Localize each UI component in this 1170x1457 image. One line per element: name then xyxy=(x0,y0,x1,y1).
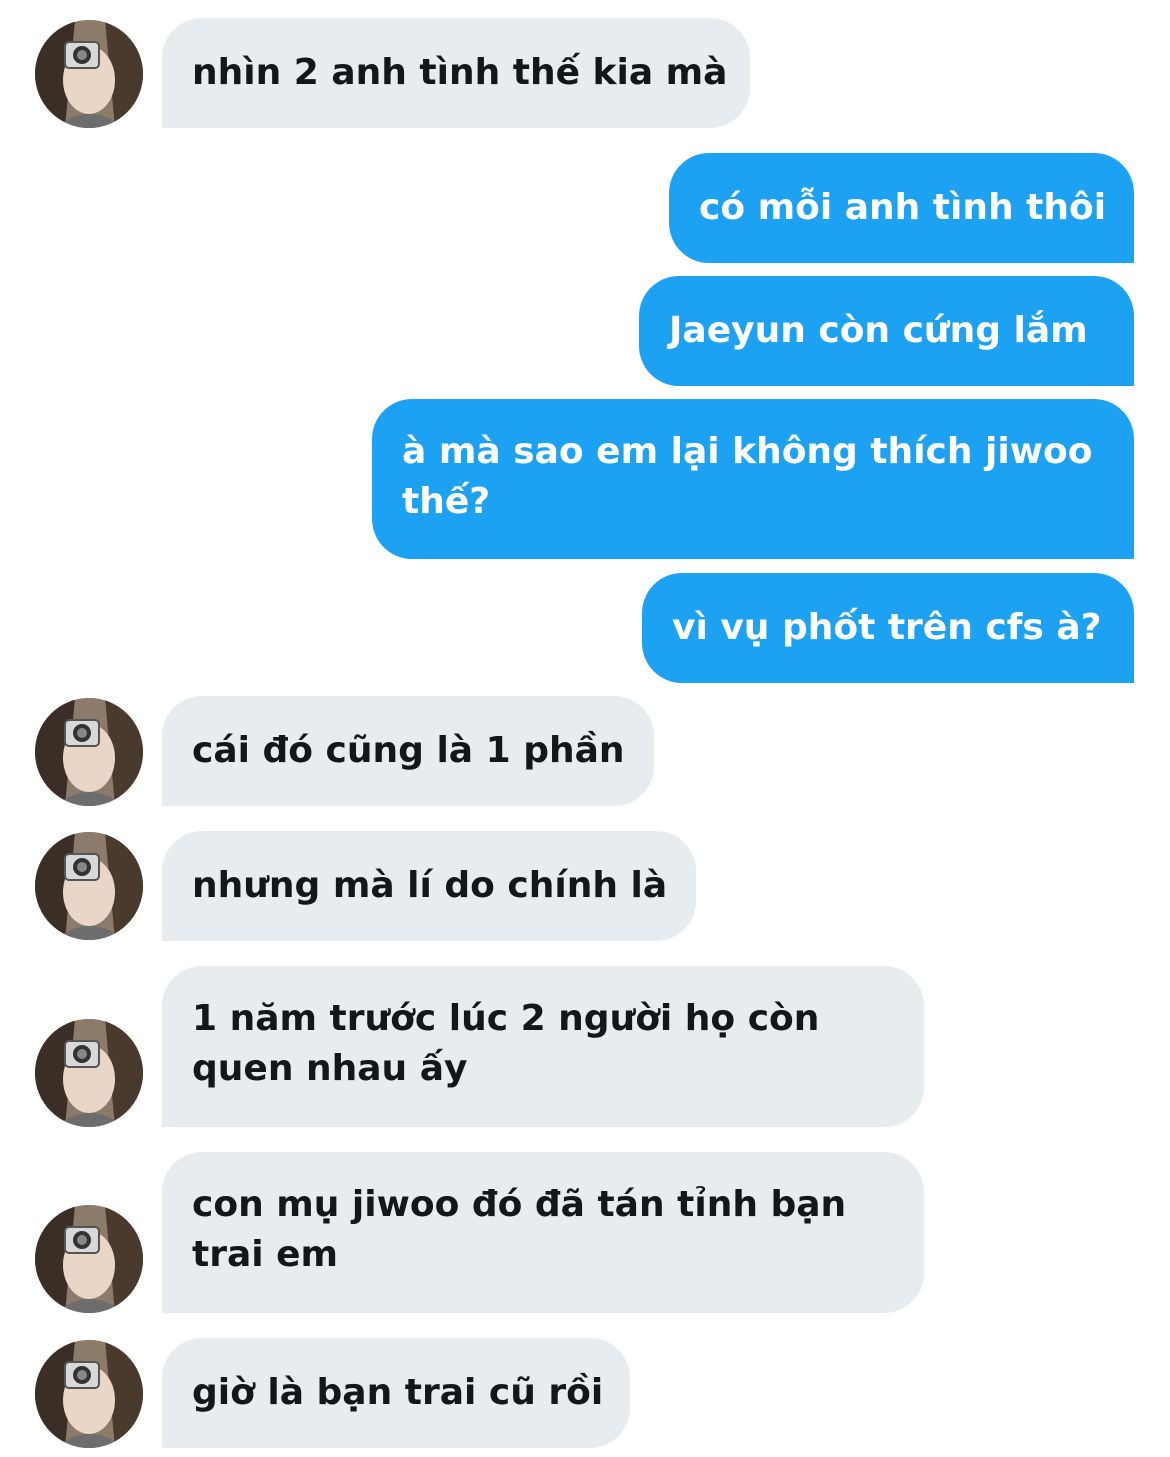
sender-avatar[interactable] xyxy=(35,20,143,128)
avatar-photo-icon xyxy=(35,1205,143,1313)
message-bubble-outgoing: có mỗi anh tình thôi xyxy=(669,153,1134,263)
message-text: có mỗi anh tình thôi xyxy=(699,187,1107,228)
avatar-photo-icon xyxy=(35,832,143,940)
message-bubble-incoming: con mụ jiwoo đó đã tán tỉnh bạn trai em xyxy=(162,1152,924,1313)
message-bubble-incoming: giờ là bạn trai cũ rồi xyxy=(162,1338,630,1448)
message-text: à mà sao em lại không thích jiwoo thế? xyxy=(402,431,1093,522)
message-text: nhưng mà lí do chính là xyxy=(192,865,668,906)
avatar-photo-icon xyxy=(35,1019,143,1127)
avatar-photo-icon xyxy=(35,1340,143,1448)
conversation-thread: nhìn 2 anh tình thế kia mà có mỗi anh tì… xyxy=(0,0,1170,1457)
message-bubble-incoming: nhìn 2 anh tình thế kia mà xyxy=(162,18,750,128)
sender-avatar[interactable] xyxy=(35,832,143,940)
message-bubble-incoming: nhưng mà lí do chính là xyxy=(162,831,696,941)
message-text: cái đó cũng là 1 phần xyxy=(192,730,625,771)
message-bubble-outgoing: Jaeyun còn cứng lắm xyxy=(639,276,1134,386)
sender-avatar[interactable] xyxy=(35,698,143,806)
message-text: nhìn 2 anh tình thế kia mà xyxy=(192,52,728,93)
sender-avatar[interactable] xyxy=(35,1340,143,1448)
message-bubble-incoming: 1 năm trước lúc 2 người họ còn quen nhau… xyxy=(162,966,924,1127)
avatar-photo-icon xyxy=(35,20,143,128)
message-text: Jaeyun còn cứng lắm xyxy=(669,310,1088,351)
sender-avatar[interactable] xyxy=(35,1205,143,1313)
message-text: 1 năm trước lúc 2 người họ còn quen nhau… xyxy=(192,998,820,1089)
sender-avatar[interactable] xyxy=(35,1019,143,1127)
message-text: vì vụ phốt trên cfs à? xyxy=(672,607,1102,648)
message-bubble-outgoing: vì vụ phốt trên cfs à? xyxy=(642,573,1134,683)
message-text: giờ là bạn trai cũ rồi xyxy=(192,1372,604,1413)
avatar-photo-icon xyxy=(35,698,143,806)
message-bubble-incoming: cái đó cũng là 1 phần xyxy=(162,696,654,806)
message-bubble-outgoing: à mà sao em lại không thích jiwoo thế? xyxy=(372,399,1134,559)
message-text: con mụ jiwoo đó đã tán tỉnh bạn trai em xyxy=(192,1184,847,1275)
